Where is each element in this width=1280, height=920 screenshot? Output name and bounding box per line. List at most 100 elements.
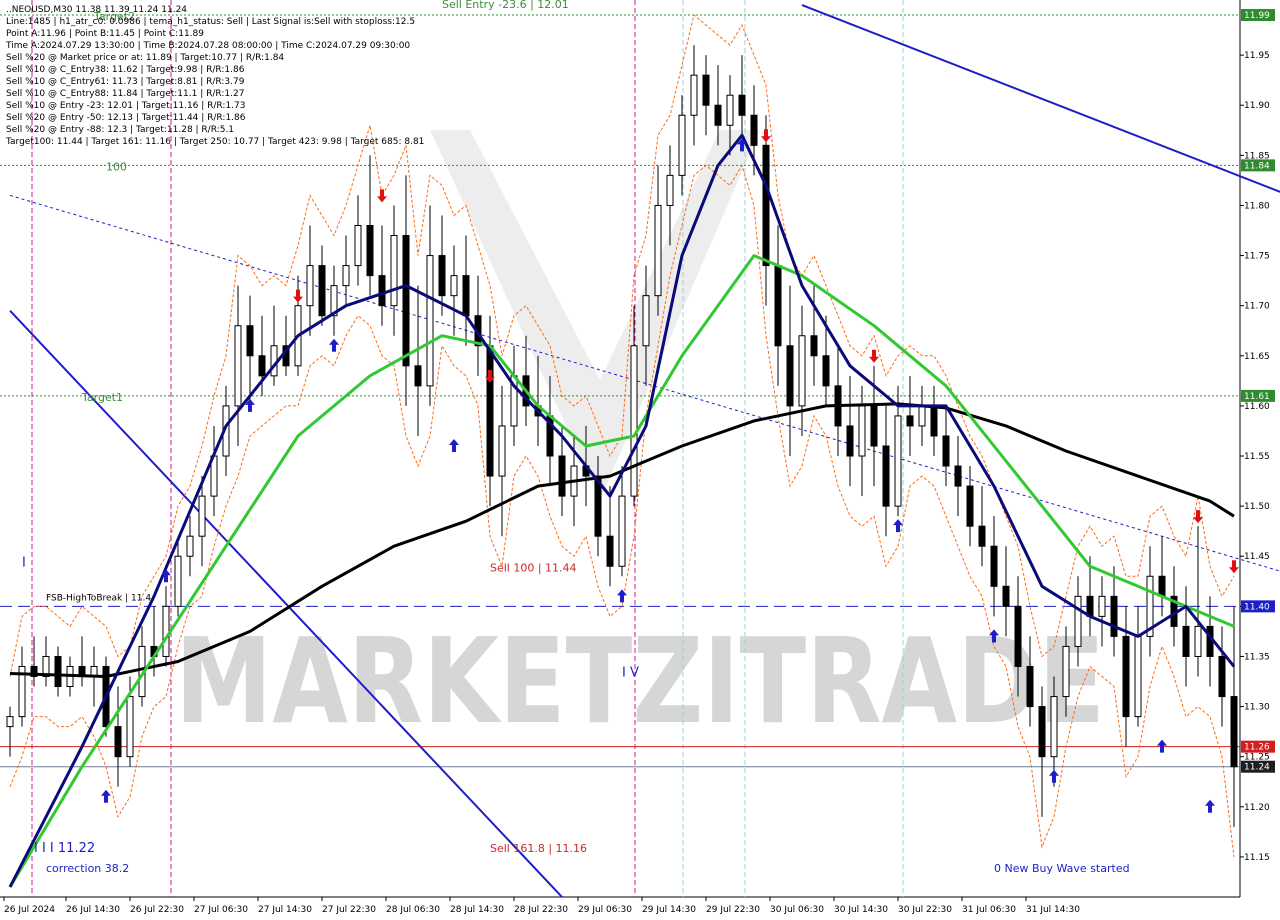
x-tick-label: 27 Jul 14:30 [258, 905, 312, 915]
x-tick-label: 29 Jul 14:30 [642, 905, 696, 915]
x-tick-label: 28 Jul 22:30 [514, 905, 568, 915]
candle-body [654, 204, 662, 297]
chart-annotation: 100 [106, 160, 127, 173]
candle-body [690, 74, 698, 116]
candle-body [1158, 575, 1166, 597]
y-tick-label: 11.95 [1244, 51, 1270, 61]
chart-annotation: I [22, 555, 26, 570]
price-level-label: 11.99 [1244, 11, 1270, 21]
y-tick-label: 11.90 [1244, 101, 1270, 111]
candle-body [342, 265, 350, 287]
info-line: Sell %20 @ Entry -50: 12.13 | Target:11.… [6, 113, 246, 123]
y-tick-label: 11.65 [1244, 352, 1270, 362]
x-tick-label: 31 Jul 06:30 [962, 905, 1016, 915]
candle-body [942, 435, 950, 467]
y-tick-label: 11.50 [1244, 502, 1270, 512]
x-tick-label: 29 Jul 06:30 [578, 905, 632, 915]
chart-annotation: 0 New Buy Wave started [994, 862, 1130, 875]
candle-body [774, 265, 782, 347]
info-line: Sell %20 @ Market price or at: 11.89 | T… [6, 53, 284, 63]
candle-body [414, 365, 422, 387]
price-level-label: 11.24 [1244, 763, 1270, 773]
candle-body [462, 275, 470, 317]
candle-body [186, 535, 194, 557]
info-line: Target100: 11.44 | Target 161: 11.16 | T… [5, 137, 424, 147]
candle-body [726, 94, 734, 126]
candle-body [954, 465, 962, 487]
y-tick-label: 11.80 [1244, 201, 1270, 211]
candle-body [930, 405, 938, 437]
x-tick-label: 31 Jul 14:30 [1026, 905, 1080, 915]
candle-body [450, 275, 458, 297]
candle-body [234, 325, 242, 407]
candle-body [1026, 665, 1034, 708]
info-line: Time A:2024.07.29 13:30:00 | Time B:2024… [5, 41, 410, 51]
price-level-label: 11.26 [1244, 743, 1270, 753]
x-tick-label: 30 Jul 22:30 [898, 905, 952, 915]
chart-root: MARKETZITRADE 100 Target1 Sell 100 | 11.44… [0, 0, 1280, 920]
candle-body [486, 345, 494, 477]
candle-body [882, 445, 890, 507]
chart-annotation: FSB-HighToBreak | 11.4 [46, 593, 151, 603]
info-line: Sell %10 @ C_Entry88: 11.84 | Target:11.… [6, 89, 244, 99]
chart-annotation: Sell Entry -23.6 | 12.01 [442, 0, 569, 11]
candle-body [438, 255, 446, 297]
x-tick-label: 30 Jul 14:30 [834, 905, 888, 915]
info-line: Sell %10 @ Entry -23: 12.01 | Target:11.… [6, 101, 245, 111]
price-chart[interactable]: MARKETZITRADE 100Target1Sell 100 | 11.44… [0, 0, 1280, 920]
y-tick-label: 11.75 [1244, 252, 1270, 262]
candle-body [846, 425, 854, 457]
symbol-line: ..NEOUSD,M30 11.38 11.39 11.24 11.24 [6, 5, 187, 15]
candle-body [1050, 696, 1058, 758]
x-tick-label: 27 Jul 06:30 [194, 905, 248, 915]
x-tick-label: 28 Jul 14:30 [450, 905, 504, 915]
candle-body [354, 225, 362, 267]
x-tick-label: 30 Jul 06:30 [770, 905, 824, 915]
chart-annotation: Sell 161.8 | 11.16 [490, 842, 587, 855]
candle-body [990, 545, 998, 587]
candle-body [762, 144, 770, 267]
candle-body [906, 415, 914, 427]
candle-body [1110, 595, 1118, 637]
candle-body [786, 345, 794, 407]
candle-body [894, 415, 902, 507]
x-tick-label: 28 Jul 06:30 [386, 905, 440, 915]
candle-body [198, 495, 206, 537]
candle-body [966, 485, 974, 527]
y-tick-label: 11.55 [1244, 452, 1270, 462]
info-line: Sell %20 @ Entry -88: 12.3 | Target:11.2… [6, 125, 234, 135]
chart-annotation: I V [622, 666, 639, 681]
candle-body [246, 325, 254, 357]
candle-body [810, 335, 818, 357]
candle-body [1098, 595, 1106, 617]
candle-body [558, 455, 566, 497]
y-tick-label: 11.20 [1244, 803, 1270, 813]
info-line: Sell %10 @ C_Entry38: 11.62 | Target:9.9… [6, 65, 245, 75]
x-tick-label: 26 Jul 14:30 [66, 905, 120, 915]
candle-body [1062, 645, 1070, 698]
candle-body [318, 265, 326, 317]
candle-body [870, 405, 878, 447]
candle-body [714, 104, 722, 126]
info-line: Sell %10 @ C_Entry61: 11.73 | Target:8.8… [6, 77, 245, 87]
price-level-label: 11.40 [1244, 602, 1270, 612]
x-tick-label: 29 Jul 22:30 [706, 905, 760, 915]
candle-body [1014, 605, 1022, 667]
chart-annotation: I I I 11.22 [34, 841, 95, 856]
candle-body [822, 355, 830, 387]
candle-body [630, 345, 638, 497]
candle-body [6, 716, 14, 728]
candle-body [918, 405, 926, 427]
chart-annotation: Target1 [81, 391, 123, 404]
y-tick-label: 11.15 [1244, 853, 1270, 863]
candle-body [702, 74, 710, 106]
candle-body [798, 335, 806, 407]
candle-body [126, 696, 134, 758]
candle-body [402, 235, 410, 367]
candle-body [498, 425, 506, 477]
x-tick-label: 27 Jul 22:30 [322, 905, 376, 915]
candle-body [618, 495, 626, 567]
candle-body [1182, 625, 1190, 657]
candle-body [738, 94, 746, 116]
candle-body [1002, 585, 1010, 607]
